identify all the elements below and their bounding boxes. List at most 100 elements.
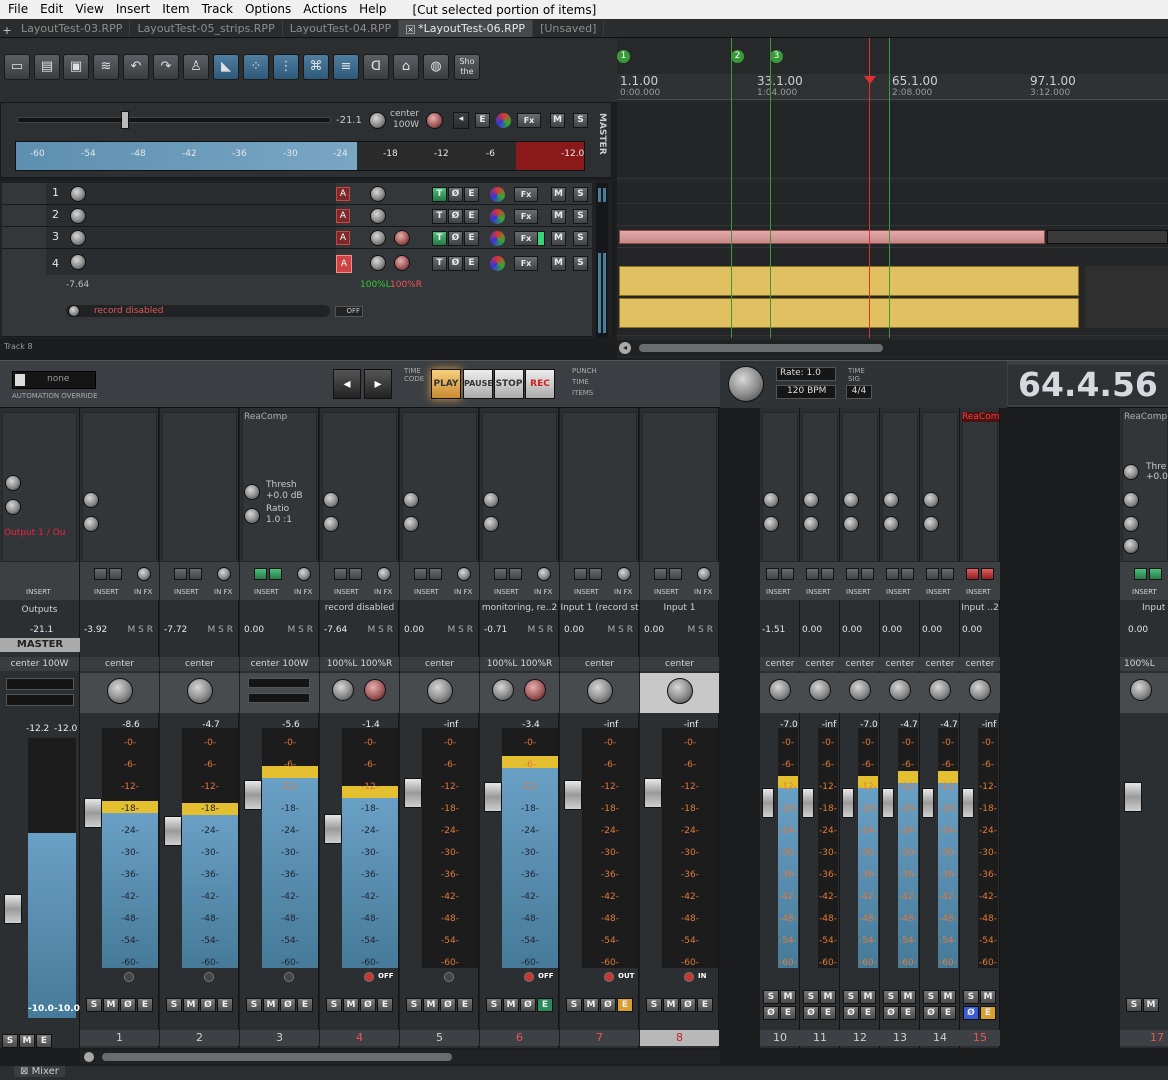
strip-number[interactable]: 7	[560, 1030, 639, 1046]
tab-layouttest-05[interactable]: LayoutTest-05_strips.RPP	[130, 20, 283, 37]
metronome-icon[interactable]: ♙	[183, 54, 209, 80]
strip-button[interactable]: Ø	[520, 998, 536, 1012]
strip-button[interactable]: E	[780, 1005, 796, 1020]
input-button[interactable]	[766, 568, 779, 580]
strip-button[interactable]: E	[900, 1005, 916, 1020]
send-knob[interactable]	[803, 492, 819, 508]
menu-item[interactable]: Item	[156, 0, 195, 19]
record-monitor-icon[interactable]	[444, 972, 454, 982]
solo-button[interactable]: S	[573, 256, 588, 271]
pan-knob[interactable]	[332, 679, 354, 701]
send-knob[interactable]	[923, 492, 939, 508]
strip-number[interactable]: 10	[760, 1030, 800, 1046]
pan-knob[interactable]	[769, 679, 791, 701]
input-button[interactable]	[654, 568, 667, 580]
mixer-scrollbar[interactable]	[80, 1050, 720, 1064]
send-knob[interactable]	[483, 516, 499, 532]
strip-button[interactable]: S	[763, 990, 779, 1004]
send-knob[interactable]	[83, 516, 99, 532]
track-3[interactable]: 3 A T Ø E Fx M S	[2, 227, 592, 249]
strip-number[interactable]: 13	[880, 1030, 920, 1046]
strip-number[interactable]: 14	[920, 1030, 960, 1046]
scroll-thumb[interactable]	[102, 1053, 452, 1061]
track-width-knob[interactable]	[394, 230, 410, 246]
fx-area[interactable]	[962, 412, 998, 562]
track-pan-knob[interactable]	[370, 255, 386, 271]
monitor-off-toggle[interactable]: OFF	[335, 306, 363, 317]
thresh-knob[interactable]	[244, 484, 260, 500]
strip-button[interactable]: E	[860, 1005, 876, 1020]
punch-items-option[interactable]: ITEMS	[572, 389, 593, 397]
io-button[interactable]: T	[432, 231, 447, 246]
track-name-area[interactable]	[46, 227, 336, 248]
width-knob[interactable]	[364, 679, 386, 701]
menu-edit[interactable]: Edit	[34, 0, 69, 19]
phase-button[interactable]: Ø	[448, 256, 463, 271]
strip-number[interactable]: 5	[400, 1030, 479, 1046]
track-4[interactable]: 4 A T Ø E Fx M S -7.64 100%L 100%R recor…	[2, 249, 592, 337]
tab-layouttest-04[interactable]: LayoutTest-04.RPP	[283, 20, 400, 37]
playrate-knob[interactable]	[728, 366, 764, 402]
master-volume-handle[interactable]	[121, 111, 129, 129]
send-knob[interactable]	[403, 492, 419, 508]
pan-knob[interactable]	[969, 679, 991, 701]
strip-button[interactable]: S	[166, 998, 182, 1012]
strip-button[interactable]: S	[2, 1034, 18, 1048]
input-button[interactable]	[861, 568, 874, 580]
track-width-knob[interactable]	[394, 255, 410, 271]
send-knob[interactable]	[883, 516, 899, 532]
input-button[interactable]	[781, 568, 794, 580]
fx-area[interactable]	[482, 412, 557, 562]
pan-knob[interactable]	[492, 679, 514, 701]
mixer-tab[interactable]: ⊠ Mixer	[14, 1066, 65, 1077]
fx-button[interactable]: Fx	[514, 231, 538, 246]
time-display[interactable]: 64.4.56	[1008, 365, 1168, 405]
routing-icon[interactable]	[490, 209, 505, 224]
track-volume-knob[interactable]	[70, 208, 86, 224]
input-knob[interactable]	[377, 567, 391, 581]
input-button[interactable]	[574, 568, 587, 580]
project-settings-icon[interactable]: ≋	[93, 54, 119, 80]
ratio-knob[interactable]	[244, 508, 260, 524]
media-item-wave[interactable]	[619, 298, 1079, 328]
strip-button[interactable]: Ø	[440, 998, 456, 1012]
record-arm-icon[interactable]: A	[336, 231, 350, 245]
tab-unsaved[interactable]: [Unsaved]	[533, 20, 605, 37]
input-button[interactable]	[966, 568, 979, 580]
strip-button[interactable]: M	[103, 998, 119, 1012]
redo-icon[interactable]: ↷	[153, 54, 179, 80]
volume-fader[interactable]	[762, 788, 774, 818]
strip-button[interactable]: S	[646, 998, 662, 1012]
send-knob[interactable]	[83, 492, 99, 508]
lock-icon[interactable]: ⌂	[393, 54, 419, 80]
strip-button[interactable]: E	[537, 998, 553, 1012]
master-fx-button[interactable]: Fx	[517, 113, 541, 128]
menu-track[interactable]: Track	[196, 0, 239, 19]
strip-number[interactable]: 3	[240, 1030, 319, 1046]
menu-file[interactable]: File	[0, 0, 34, 19]
media-item[interactable]	[619, 230, 1045, 244]
routing-icon[interactable]	[490, 187, 505, 202]
pan-knob[interactable]	[107, 678, 133, 704]
strip-button[interactable]: Ø	[280, 998, 296, 1012]
punch-time-option[interactable]: TIME	[572, 378, 589, 386]
close-tab-icon[interactable]: ×	[406, 25, 416, 34]
io-button[interactable]: T	[432, 256, 447, 271]
fx-area[interactable]	[802, 412, 838, 562]
input-button[interactable]	[109, 568, 122, 580]
pan-knob[interactable]	[809, 679, 831, 701]
record-arm-icon[interactable]: A	[336, 255, 352, 273]
input-button[interactable]	[494, 568, 507, 580]
input-button[interactable]	[981, 568, 994, 580]
timesig-field[interactable]: 4/4	[846, 385, 872, 399]
strip-button[interactable]: Ø	[600, 998, 616, 1012]
pan-knob[interactable]	[427, 678, 453, 704]
strip-button[interactable]: Ø	[803, 1005, 819, 1020]
mute-button[interactable]: M	[551, 187, 566, 202]
fx-area[interactable]	[762, 412, 798, 562]
volume-fader[interactable]	[164, 816, 182, 846]
strip-number[interactable]: 8	[640, 1030, 719, 1046]
send-knob[interactable]	[323, 492, 339, 508]
scroll-thumb[interactable]	[639, 344, 883, 352]
strip-number[interactable]: 6	[480, 1030, 559, 1046]
